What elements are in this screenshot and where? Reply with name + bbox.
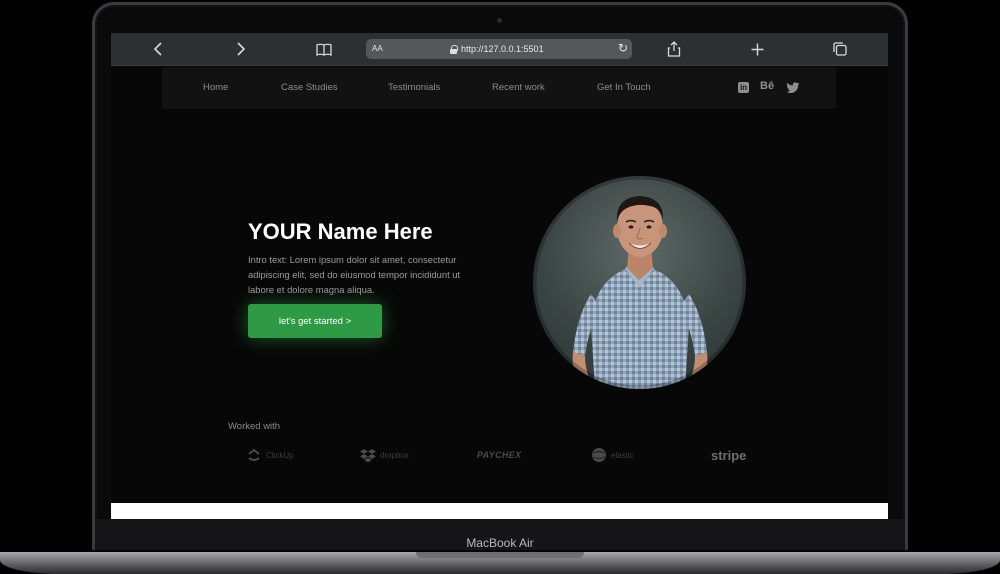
reader-button[interactable] [312,39,336,59]
twitter-icon [786,82,800,93]
nav-link-case-studies[interactable]: Case Studies [281,82,338,93]
browser-toolbar: AA http://127.0.0.1:5501 ↻ [111,33,888,66]
hero-title: YOUR Name Here [248,219,433,244]
elastic-wordmark: elastic [611,450,634,460]
logo-paychex: PAYCHEX [477,443,521,467]
nav-link-get-in-touch[interactable]: Get In Touch [597,82,651,93]
logo-clickup: ClickUp [246,443,294,467]
model-label: MacBook Air [466,536,534,550]
new-tab-button[interactable] [745,39,769,59]
dropbox-icon [360,449,376,463]
text-size-button[interactable]: AA [372,44,383,53]
stripe-wordmark: stripe [711,447,747,463]
clickup-icon [248,448,260,461]
hero-intro-text: Intro text: Lorem ipsum dolor sit amet, … [248,254,461,295]
reload-icon[interactable]: ↻ [618,41,628,55]
url-text: http://127.0.0.1:5501 [461,44,544,54]
url-display: http://127.0.0.1:5501 [450,44,544,54]
logo-stripe: stripe [711,443,746,467]
back-button[interactable] [146,39,170,59]
lock-icon [450,45,458,54]
worked-with-label: Worked with [228,421,281,432]
plus-icon [751,43,763,55]
site-navbar: Home Case Studies Testimonials Recent wo… [162,67,836,109]
chevron-right-icon [237,42,246,56]
clickup-wordmark: ClickUp [266,450,294,460]
share-button[interactable] [662,39,686,59]
chevron-left-icon [153,42,162,56]
behance-icon: Bē [760,80,775,92]
twitter-link[interactable] [786,82,800,94]
laptop-hinge-notch [416,552,584,558]
linkedin-link[interactable]: in [738,82,749,93]
linkedin-icon: in [738,82,749,93]
nav-link-testimonials[interactable]: Testimonials [388,82,440,93]
profile-photo [533,176,746,389]
behance-link[interactable]: Bē [760,80,774,92]
logo-dropbox: dropbox [360,443,409,467]
nav-link-home[interactable]: Home [203,82,228,93]
book-icon [316,43,332,56]
forward-button[interactable] [229,39,253,59]
page-bottom-section [111,503,888,519]
laptop-screen: AA http://127.0.0.1:5501 ↻ Home Case Stu… [111,33,888,519]
dropbox-wordmark: dropbox [380,450,409,460]
nav-link-recent-work[interactable]: Recent work [492,82,545,93]
share-icon [667,41,681,57]
logo-elastic: elastic [591,443,634,467]
paychex-wordmark: PAYCHEX [477,450,522,460]
tabs-button[interactable] [828,39,852,59]
tabs-icon [833,42,847,56]
address-bar[interactable]: AA http://127.0.0.1:5501 ↻ [366,39,632,59]
camera-icon [497,18,502,23]
elastic-icon [592,448,606,462]
person-illustration [533,176,746,389]
get-started-button[interactable]: let's get started > [248,304,382,338]
